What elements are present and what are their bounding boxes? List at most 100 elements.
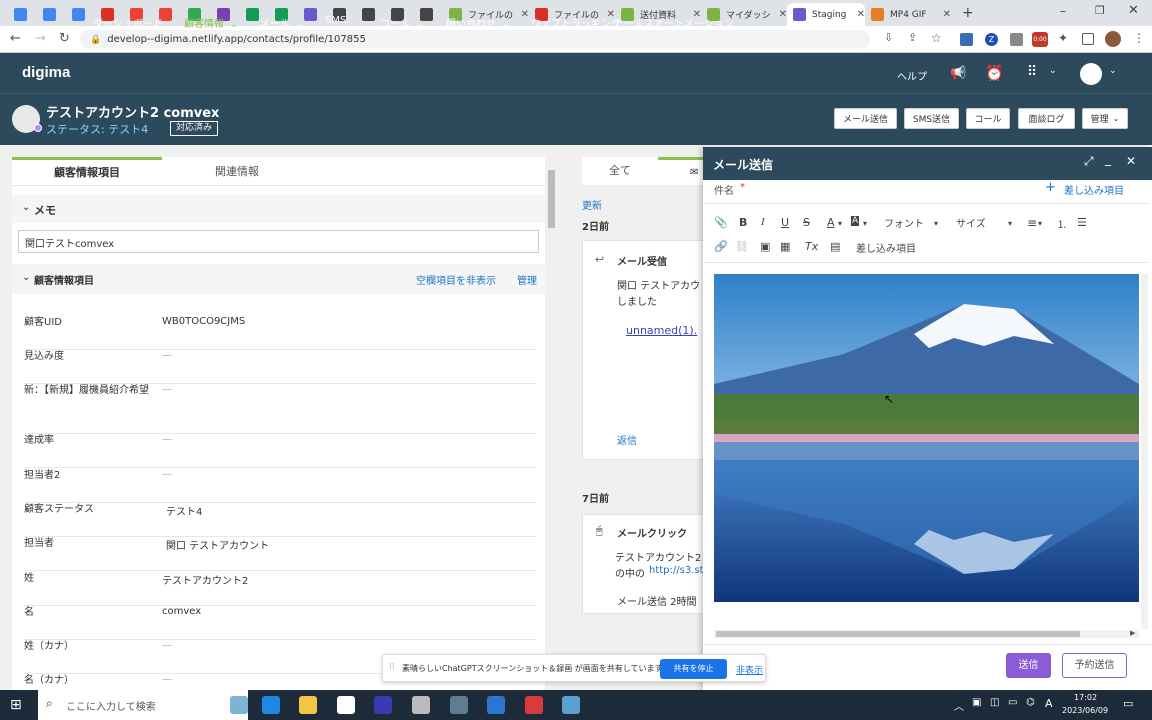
- attach-icon[interactable]: 📎: [714, 216, 728, 229]
- megaphone-icon[interactable]: 📢: [950, 66, 966, 81]
- landscape-app-icon[interactable]: [230, 696, 248, 714]
- browser-tab[interactable]: [8, 3, 37, 26]
- field-value[interactable]: テストアカウント2: [162, 572, 248, 587]
- field-value[interactable]: comvex: [162, 606, 201, 617]
- field-value[interactable]: テスト4: [166, 503, 202, 518]
- browser-tab[interactable]: MP4 GIF ✕: [865, 3, 951, 26]
- status-badge[interactable]: 対応済み: [170, 121, 219, 136]
- chevron-down-icon[interactable]: ▾: [934, 219, 938, 228]
- forward-icon[interactable]: →: [35, 31, 46, 46]
- bullet-list-icon[interactable]: ☰: [1077, 216, 1087, 229]
- align-icon[interactable]: ≡: [1027, 216, 1037, 230]
- nav-item[interactable]: セールスオートメーション: [614, 15, 734, 30]
- memo-textarea[interactable]: 関口テストcomvex: [18, 230, 539, 253]
- close-icon[interactable]: ✕: [1126, 154, 1136, 168]
- app-icon[interactable]: [562, 696, 580, 714]
- tray-app-icon[interactable]: ▭: [1008, 697, 1017, 708]
- recorder-extension-icon[interactable]: 0:00: [1032, 32, 1048, 47]
- settings-gear-icon[interactable]: [412, 696, 430, 714]
- clock-date[interactable]: 2023/06/09: [1062, 706, 1108, 715]
- tab-customer-info[interactable]: 顧客情報項目: [12, 157, 162, 185]
- attachment-link[interactable]: unnamed(1).: [626, 324, 697, 337]
- chevron-down-icon[interactable]: ▾: [1008, 219, 1012, 228]
- chevron-down-icon[interactable]: ▾: [1038, 219, 1042, 228]
- extension-z-icon[interactable]: Z: [985, 33, 998, 46]
- nav-item[interactable]: 問い合わせ ⌄: [446, 15, 510, 30]
- extension-icon[interactable]: [960, 33, 973, 46]
- windows-start-icon[interactable]: ⊞: [10, 697, 22, 713]
- browser-menu-icon[interactable]: ⋮: [1133, 31, 1145, 45]
- nav-item[interactable]: メール ⌄: [260, 15, 304, 30]
- hide-empty-link[interactable]: 空欄項目を非表示: [416, 272, 496, 287]
- nav-item[interactable]: 顧客情報 ⌄: [184, 15, 238, 30]
- back-icon[interactable]: ←: [10, 31, 21, 46]
- field-value[interactable]: —: [162, 469, 172, 480]
- unlink-icon[interactable]: ⛓: [735, 240, 749, 253]
- ordered-list-icon[interactable]: ⒈: [1057, 216, 1067, 231]
- scrollbar-thumb[interactable]: [548, 170, 555, 228]
- minimize-icon[interactable]: _: [1105, 152, 1111, 166]
- scroll-right-icon[interactable]: ▶: [1130, 629, 1135, 637]
- chevron-down-icon[interactable]: ⌄: [22, 272, 30, 283]
- reply-link[interactable]: 返信: [617, 432, 637, 447]
- hide-link[interactable]: 非表示: [736, 663, 763, 676]
- camera-extension-icon[interactable]: [1010, 33, 1023, 46]
- header-action-button[interactable]: SMS送信: [904, 108, 959, 129]
- underline-icon[interactable]: U: [781, 216, 789, 229]
- mail-app-icon[interactable]: [487, 696, 505, 714]
- browser-tab[interactable]: [66, 3, 95, 26]
- italic-icon[interactable]: I: [761, 216, 765, 228]
- clear-format-icon[interactable]: Tx: [805, 240, 818, 253]
- mail-tab-icon[interactable]: ✉: [658, 157, 704, 185]
- send-button[interactable]: 送信: [1006, 653, 1051, 678]
- field-value[interactable]: —: [162, 640, 172, 651]
- chrome-icon[interactable]: [450, 696, 468, 714]
- close-icon[interactable]: ✕: [521, 9, 529, 20]
- horizontal-scrollbar-thumb[interactable]: [716, 631, 1080, 637]
- size-select[interactable]: サイズ: [956, 215, 986, 230]
- share-icon[interactable]: ⇪: [908, 31, 917, 44]
- nav-item[interactable]: ダッシュボード: [93, 15, 163, 30]
- close-icon[interactable]: ✕: [857, 9, 865, 20]
- event-link[interactable]: http://s3.sta: [649, 565, 710, 576]
- plus-icon[interactable]: +: [1045, 180, 1056, 195]
- extensions-puzzle-icon[interactable]: ✦: [1058, 31, 1068, 45]
- file-explorer-icon[interactable]: [299, 696, 317, 714]
- font-select[interactable]: フォント: [884, 215, 924, 230]
- expand-icon[interactable]: ⤢: [1084, 154, 1094, 169]
- stop-sharing-button[interactable]: 共有を停止: [660, 659, 727, 679]
- header-action-button[interactable]: 管理 ⌄: [1082, 108, 1128, 129]
- apps-grid-icon[interactable]: ⠿: [1027, 64, 1037, 80]
- scrollbar-track[interactable]: [547, 157, 556, 690]
- nav-item[interactable]: ウェブトラッキング: [531, 15, 621, 30]
- contact-status[interactable]: ステータス: テスト4: [46, 121, 148, 137]
- chevron-down-icon[interactable]: ⌄: [1049, 66, 1057, 76]
- app-icon[interactable]: [374, 696, 392, 714]
- alarm-icon[interactable]: ⏰: [985, 64, 1004, 82]
- field-value[interactable]: —: [162, 674, 172, 685]
- reload-icon[interactable]: ↻: [59, 31, 70, 46]
- inserted-image[interactable]: [714, 274, 1139, 602]
- taskbar-search-box[interactable]: ⌕ ここに入力して検索: [38, 690, 248, 720]
- tab-related-info[interactable]: 関連情報: [162, 159, 312, 185]
- bold-icon[interactable]: B: [739, 216, 747, 229]
- field-value[interactable]: WB0TOCO9CJMS: [162, 316, 245, 327]
- new-tab-icon[interactable]: +: [962, 5, 974, 21]
- app-logo[interactable]: digima: [22, 64, 70, 81]
- minimize-window-icon[interactable]: –: [1060, 4, 1066, 18]
- nav-item[interactable]: コール ⌄: [380, 15, 424, 30]
- manage-link[interactable]: 管理: [517, 272, 537, 287]
- modal-scrollbar-track[interactable]: [1141, 274, 1148, 629]
- field-value[interactable]: —: [162, 350, 172, 361]
- field-value[interactable]: —: [162, 434, 172, 445]
- tray-app-icon[interactable]: ▣: [972, 697, 981, 708]
- user-avatar-icon[interactable]: [1080, 63, 1102, 85]
- close-icon[interactable]: ✕: [943, 9, 951, 20]
- drag-handle-icon[interactable]: ⁞⁞: [389, 662, 395, 672]
- browser-tab[interactable]: Staging ✕: [787, 3, 865, 26]
- font-color-icon[interactable]: A: [827, 216, 835, 229]
- memo-header[interactable]: ⌄ メモ: [12, 195, 545, 223]
- header-action-button[interactable]: 面談ログ: [1018, 108, 1075, 129]
- field-value[interactable]: —: [162, 384, 172, 395]
- nav-item[interactable]: SMS: [325, 15, 346, 26]
